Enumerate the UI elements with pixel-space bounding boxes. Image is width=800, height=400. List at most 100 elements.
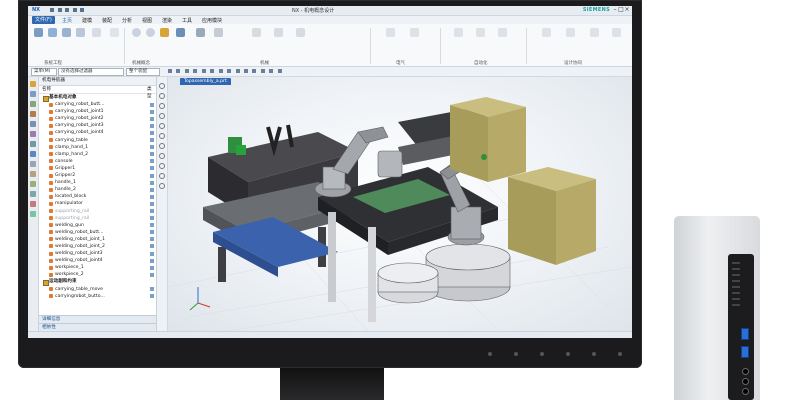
- snap-icon[interactable]: [260, 69, 265, 73]
- tree-item[interactable]: Gripper1: [39, 165, 156, 172]
- shaded-icon[interactable]: [159, 123, 165, 129]
- tree-item[interactable]: supporting_rail: [39, 208, 156, 215]
- tree-item[interactable]: workpiece_2: [39, 271, 156, 278]
- assembly-navigator-icon[interactable]: [30, 101, 36, 107]
- tree-item[interactable]: carrying_table_move: [39, 286, 156, 293]
- ribbon-button-1[interactable]: [32, 28, 44, 38]
- ribbon-button-rigid-body[interactable]: [158, 28, 170, 38]
- snap-icon[interactable]: [210, 69, 215, 73]
- ribbon-button-collab-4[interactable]: [610, 28, 622, 38]
- details-panel-header[interactable]: 详细信息: [39, 315, 156, 323]
- ribbon-button-coupler[interactable]: [212, 28, 224, 38]
- ribbon-button-sensor[interactable]: [250, 28, 262, 38]
- snap-icon[interactable]: [193, 69, 198, 73]
- tree-item[interactable]: console: [39, 158, 156, 165]
- menu-assembly[interactable]: 装配: [102, 17, 112, 24]
- graphics-viewport[interactable]: [168, 77, 632, 331]
- perspective-icon[interactable]: [159, 163, 165, 169]
- column-name[interactable]: 名称: [42, 86, 51, 93]
- monitor-button[interactable]: [540, 352, 544, 356]
- snap-icon[interactable]: [252, 69, 257, 73]
- ribbon-button-electric-2[interactable]: [408, 28, 420, 38]
- tree-item[interactable]: Gripper2: [39, 172, 156, 179]
- redo-icon[interactable]: [65, 8, 70, 12]
- fit-view-icon[interactable]: [159, 83, 165, 89]
- zoom-icon[interactable]: [159, 93, 165, 99]
- viewport-tab[interactable]: Topassembly_a.prt: [180, 78, 231, 85]
- tree-item[interactable]: carryingrobot_butto...: [39, 293, 156, 300]
- snap-icon[interactable]: [277, 69, 282, 73]
- ribbon-button-collab-1[interactable]: [540, 28, 552, 38]
- snap-icon[interactable]: [176, 69, 181, 73]
- system-materials-icon[interactable]: [30, 171, 36, 177]
- web-browser-icon[interactable]: [30, 151, 36, 157]
- undo-icon[interactable]: [57, 8, 62, 12]
- ribbon-button-5[interactable]: [90, 28, 102, 38]
- tree-item[interactable]: carrying_robot_joint3: [39, 122, 156, 129]
- roles-icon[interactable]: [30, 161, 36, 167]
- tree-item[interactable]: welding_robot_joint4: [39, 257, 156, 264]
- tree-item[interactable]: welding_gun: [39, 222, 156, 229]
- tree-item[interactable]: welding_robot_joint_2: [39, 243, 156, 250]
- ribbon-button-4[interactable]: [74, 28, 86, 38]
- tree-item[interactable]: handle_2: [39, 186, 156, 193]
- tree-item[interactable]: handle_1: [39, 179, 156, 186]
- tree-item[interactable]: clamp_hand_1: [39, 144, 156, 151]
- ribbon-button-actuator[interactable]: [272, 28, 284, 38]
- power-button[interactable]: [618, 352, 622, 356]
- pan-icon[interactable]: [159, 113, 165, 119]
- paste-icon[interactable]: [80, 8, 85, 12]
- copy-icon[interactable]: [72, 8, 77, 12]
- snap-icon[interactable]: [184, 69, 189, 73]
- section-icon[interactable]: [159, 133, 165, 139]
- ribbon-button-2[interactable]: [46, 28, 58, 38]
- snap-icon[interactable]: [218, 69, 223, 73]
- menu-applications[interactable]: 应用模块: [202, 17, 222, 24]
- tree-item[interactable]: supporting_rail: [39, 215, 156, 222]
- menu-dropdown[interactable]: 菜单(M): [31, 68, 57, 76]
- tree-item[interactable]: welding_robot_joint_1: [39, 236, 156, 243]
- ribbon-button-joint[interactable]: [194, 28, 206, 38]
- close-button[interactable]: ×: [624, 6, 630, 14]
- ribbon-button-auto-2[interactable]: [474, 28, 486, 38]
- ribbon-button-6[interactable]: [108, 28, 120, 38]
- reuse-library-icon[interactable]: [30, 181, 36, 187]
- ribbon-button-auto-3[interactable]: [496, 28, 508, 38]
- ribbon-button-collision[interactable]: [174, 28, 186, 38]
- menu-analysis[interactable]: 分析: [122, 17, 132, 24]
- snap-icon[interactable]: [201, 69, 206, 73]
- menu-file[interactable]: 文件(F): [32, 16, 55, 24]
- menu-tools[interactable]: 工具: [182, 17, 192, 24]
- dependencies-panel-header[interactable]: 相依性: [39, 323, 156, 331]
- part-navigator-icon[interactable]: [30, 91, 36, 97]
- navigator-icon[interactable]: [30, 81, 36, 87]
- tree-item[interactable]: welding_robot_joint3: [39, 250, 156, 257]
- light-icon[interactable]: [159, 173, 165, 179]
- show-hide-icon[interactable]: [159, 143, 165, 149]
- constraint-navigator-icon[interactable]: [30, 111, 36, 117]
- ribbon-button-collab-2[interactable]: [564, 28, 576, 38]
- monitor-button[interactable]: [566, 352, 570, 356]
- monitor-button[interactable]: [488, 352, 492, 356]
- tree-item[interactable]: carrying_robot_butt...: [39, 101, 156, 108]
- ribbon-button-stop[interactable]: [144, 28, 156, 38]
- palette-icon[interactable]: [30, 211, 36, 217]
- tree-item[interactable]: carrying_robot_joint4: [39, 129, 156, 136]
- monitor-button[interactable]: [592, 352, 596, 356]
- tree-folder[interactable]: 基本机电对象: [39, 94, 156, 102]
- ribbon-button-signal[interactable]: [294, 28, 306, 38]
- monitor-button[interactable]: [514, 352, 518, 356]
- ribbon-button-collab-3[interactable]: [588, 28, 600, 38]
- menu-home[interactable]: 主页: [62, 17, 72, 24]
- menu-modeling[interactable]: 建模: [82, 17, 92, 24]
- selection-scope-dropdown[interactable]: 整个装配: [126, 68, 160, 76]
- snap-icon[interactable]: [235, 69, 240, 73]
- ribbon-button-3[interactable]: [60, 28, 72, 38]
- process-studio-icon[interactable]: [30, 191, 36, 197]
- tree-item[interactable]: workpiece_1: [39, 264, 156, 271]
- tree-folder[interactable]: 运动副和约束: [39, 278, 156, 286]
- history-icon[interactable]: [30, 141, 36, 147]
- ribbon-button-auto-1[interactable]: [452, 28, 464, 38]
- tree-item[interactable]: carrying_table: [39, 137, 156, 144]
- snap-icon[interactable]: [243, 69, 248, 73]
